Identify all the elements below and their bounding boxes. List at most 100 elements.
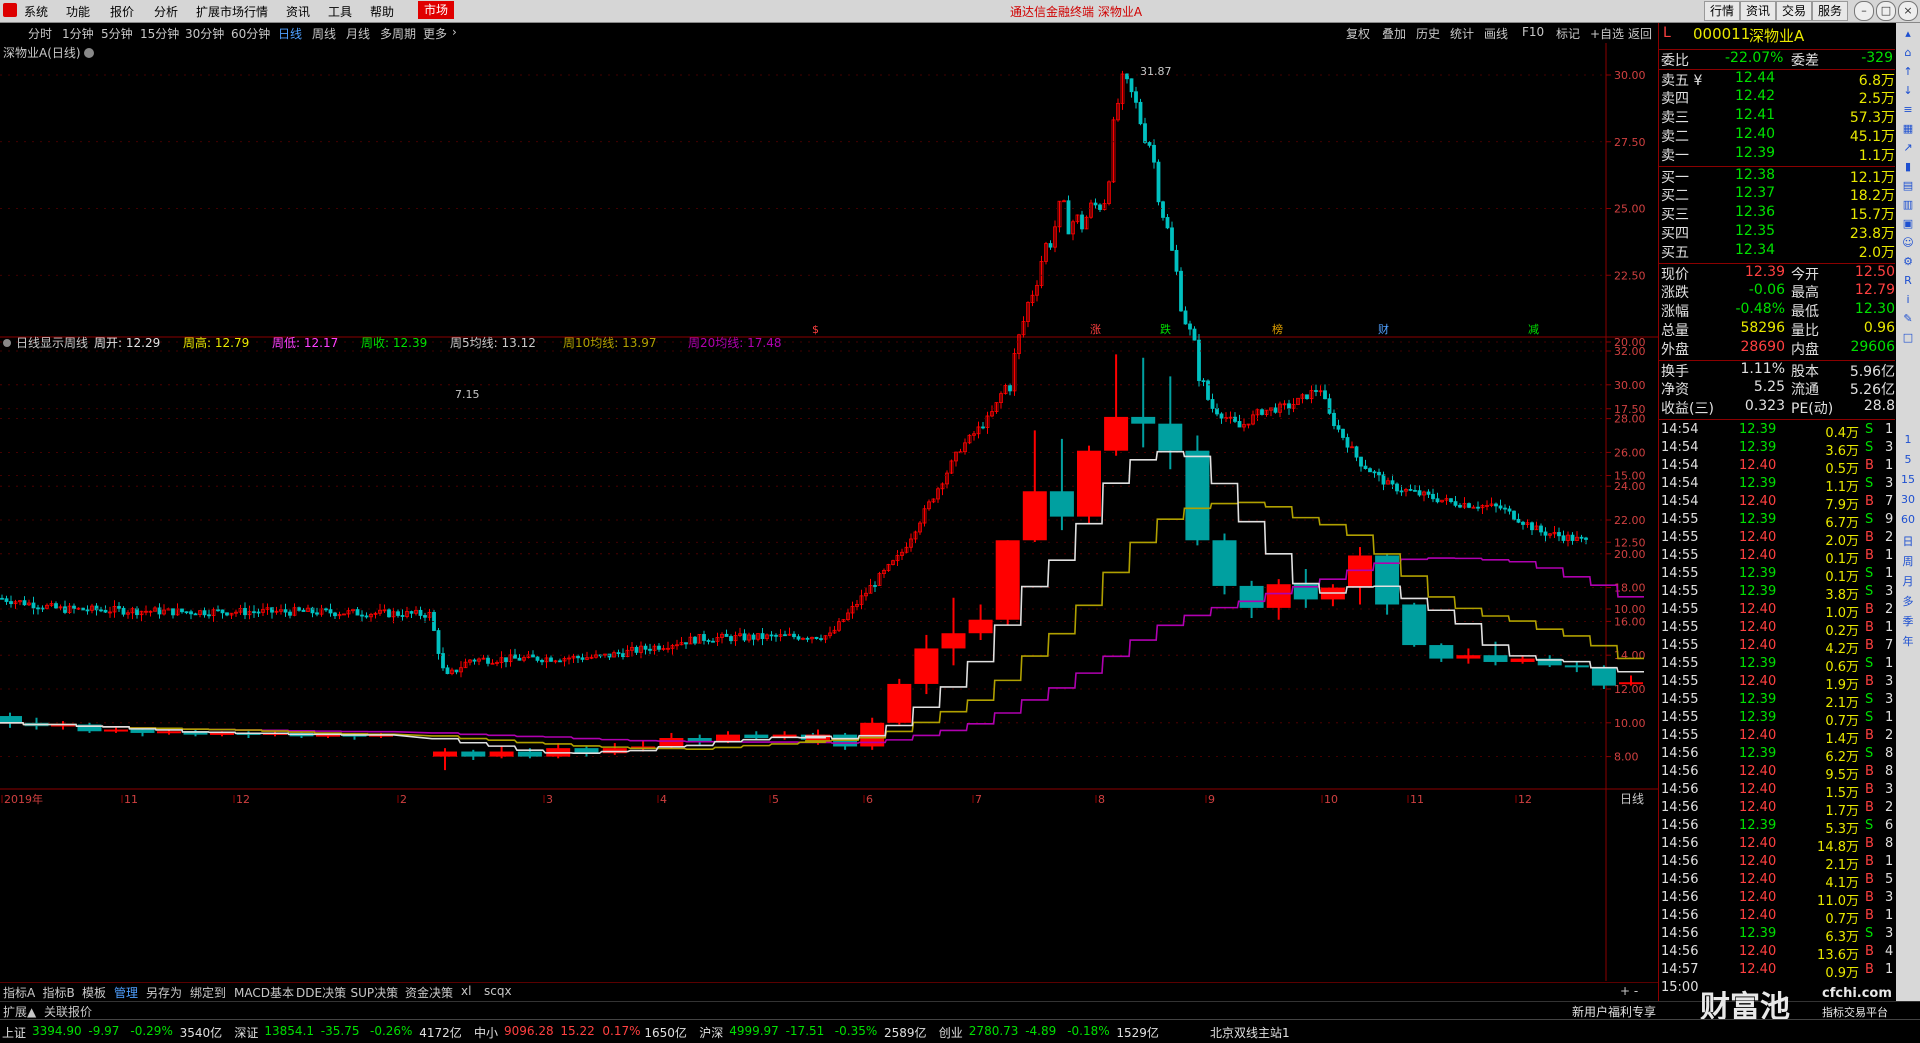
toolbar-mark[interactable]: 标记 [1556, 25, 1580, 42]
menu-news[interactable]: 资讯 [286, 3, 310, 20]
sidebar-period-8[interactable]: 多 [1898, 593, 1918, 609]
toolbar-adjust[interactable]: 复权 [1346, 25, 1370, 42]
info-icon[interactable]: i [1898, 293, 1918, 309]
chart-area[interactable]: 深物业A(日线) 30.0027.5025.0022.5020.0017.501… [0, 43, 1658, 981]
order-book-row[interactable]: 买一 12.38 12.1万 [1659, 166, 1895, 186]
event-marker[interactable]: 榜 [1272, 322, 1283, 336]
menu-function[interactable]: 功能 [66, 3, 90, 20]
order-book-row[interactable]: 买五 12.34 2.0万 [1659, 242, 1895, 261]
order-book-row[interactable]: 卖一 12.39 1.1万 [1659, 145, 1895, 164]
sidebar-period-2[interactable]: 15 [1898, 473, 1918, 489]
scroll-up-icon[interactable]: ▴ [1898, 27, 1918, 43]
home-icon[interactable]: ⌂ [1898, 46, 1918, 62]
toolbar-history[interactable]: 历史 [1416, 25, 1440, 42]
period-tick[interactable]: 分时 [28, 25, 52, 42]
minimize-icon[interactable]: – [1854, 1, 1874, 21]
sidebar-period-4[interactable]: 60 [1898, 513, 1918, 529]
period-more[interactable]: 更多 [423, 25, 447, 42]
order-book-row[interactable]: 卖四 12.42 2.5万 [1659, 88, 1895, 107]
menu-help[interactable]: 帮助 [370, 3, 394, 20]
event-marker[interactable]: 涨 [1090, 323, 1101, 336]
indicator-tab[interactable]: 模板 [82, 984, 106, 1001]
event-marker[interactable]: 财 [1378, 322, 1389, 336]
server-status[interactable]: 北京双线主站1 [1210, 1024, 1290, 1041]
indicator-tab[interactable]: 绑定到 [190, 984, 226, 1001]
order-book-row[interactable]: 买二 12.37 18.2万 [1659, 185, 1895, 204]
menu-system[interactable]: 系统 [24, 3, 48, 20]
close-icon[interactable]: × [1898, 1, 1918, 21]
settings-icon[interactable]: ⚙ [1898, 255, 1918, 271]
indicator-tab[interactable]: xl [461, 984, 471, 998]
event-marker[interactable]: $ [812, 323, 819, 336]
indicator-tab[interactable]: 指标B [43, 984, 75, 1001]
sidebar-period-1[interactable]: 5 [1898, 453, 1918, 469]
sidebar-period-0[interactable]: 1 [1898, 433, 1918, 449]
period-5min[interactable]: 5分钟 [101, 25, 133, 42]
period-60min[interactable]: 60分钟 [231, 25, 270, 42]
indicator-tab[interactable]: 另存为 [146, 984, 182, 1001]
toolbar-stats[interactable]: 统计 [1450, 25, 1474, 42]
toolbar-add-fav[interactable]: +自选 [1590, 25, 1624, 42]
indicator-tab[interactable]: DDE决策 [296, 984, 346, 1001]
maximize-icon[interactable]: □ [1876, 1, 1896, 21]
period-30min[interactable]: 30分钟 [185, 25, 224, 42]
sidebar-period-5[interactable]: 日 [1898, 533, 1918, 549]
toolbar-draw[interactable]: 画线 [1484, 25, 1508, 42]
up-arrow-icon[interactable]: ↑ [1898, 65, 1918, 81]
order-book-row[interactable]: 卖二 12.40 45.1万 [1659, 126, 1895, 145]
indicator-tab[interactable]: scqx [484, 984, 512, 998]
box-icon[interactable]: □ [1898, 331, 1918, 347]
rsi-icon[interactable]: R [1898, 274, 1918, 290]
more-chevron-icon[interactable]: › [452, 25, 457, 39]
toolbar-overlay[interactable]: 叠加 [1382, 25, 1406, 42]
pen-icon[interactable]: ✎ [1898, 312, 1918, 328]
menu-analysis[interactable]: 分析 [154, 3, 178, 20]
table-icon[interactable]: ▤ [1898, 179, 1918, 195]
grid-icon[interactable]: ▦ [1898, 122, 1918, 138]
list-icon[interactable]: ≡ [1898, 103, 1918, 119]
promo-link[interactable]: 新用户福利专享 [1572, 1003, 1656, 1020]
zoom-controls[interactable]: + - [1620, 984, 1638, 998]
chart-line-icon[interactable]: ↗ [1898, 141, 1918, 157]
main-chart-options-icon[interactable] [84, 48, 94, 58]
period-day[interactable]: 日线 [278, 25, 302, 42]
order-book-row[interactable]: 卖五 ¥ 12.44 6.8万 [1659, 69, 1895, 89]
event-marker[interactable]: 跌 [1160, 322, 1171, 336]
indicator-tab[interactable]: 管理 [114, 984, 138, 1001]
sidebar-period-7[interactable]: 月 [1898, 573, 1918, 589]
period-multi[interactable]: 多周期 [380, 25, 416, 42]
period-1min[interactable]: 1分钟 [62, 25, 94, 42]
period-15min[interactable]: 15分钟 [140, 25, 179, 42]
down-arrow-icon[interactable]: ↓ [1898, 84, 1918, 100]
indicator-tab[interactable]: SUP决策 [351, 984, 399, 1001]
toolbar-f10[interactable]: F10 [1522, 25, 1544, 39]
calendar-icon[interactable]: ▥ [1898, 198, 1918, 214]
top-quote-button[interactable]: 行情 [1704, 1, 1741, 21]
market-button[interactable]: 市场 [418, 1, 455, 19]
menu-ext-market[interactable]: 扩展市场行情 [196, 3, 268, 20]
indicator-tab[interactable]: 资金决策 [405, 984, 453, 1001]
sidebar-period-10[interactable]: 年 [1898, 633, 1918, 649]
top-trade-button[interactable]: 交易 [1776, 1, 1813, 21]
period-month[interactable]: 月线 [346, 25, 370, 42]
order-book-row[interactable]: 卖三 12.41 57.3万 [1659, 107, 1895, 126]
sidebar-period-9[interactable]: 季 [1898, 613, 1918, 629]
chart-bar-icon[interactable]: ▮ [1898, 160, 1918, 176]
sidebar-period-6[interactable]: 周 [1898, 553, 1918, 569]
order-book-row[interactable]: 买四 12.35 23.8万 [1659, 223, 1895, 242]
toolbar-back[interactable]: 返回 [1628, 25, 1652, 42]
tick-list[interactable]: 14:54 12.39 0.4万 S 1 14:54 12.39 3.6万 S 3 14:54 12.… [1659, 419, 1895, 995]
top-service-button[interactable]: 服务 [1812, 1, 1849, 21]
sidebar-period-3[interactable]: 30 [1898, 493, 1918, 509]
sub-chart-options-icon[interactable] [3, 339, 11, 347]
related-quote-button[interactable]: 关联报价 [44, 1003, 92, 1020]
top-news-button[interactable]: 资讯 [1740, 1, 1777, 21]
menu-quote[interactable]: 报价 [110, 3, 134, 20]
book-icon[interactable]: ▣ [1898, 217, 1918, 233]
event-marker[interactable]: 减 [1528, 323, 1539, 336]
user-icon[interactable]: ☺ [1898, 236, 1918, 252]
menu-tools[interactable]: 工具 [328, 3, 352, 20]
expand-button[interactable]: 扩展▲ [3, 1003, 36, 1020]
order-book-row[interactable]: 买三 12.36 15.7万 [1659, 204, 1895, 223]
indicator-tab[interactable]: 指标A [3, 984, 35, 1001]
